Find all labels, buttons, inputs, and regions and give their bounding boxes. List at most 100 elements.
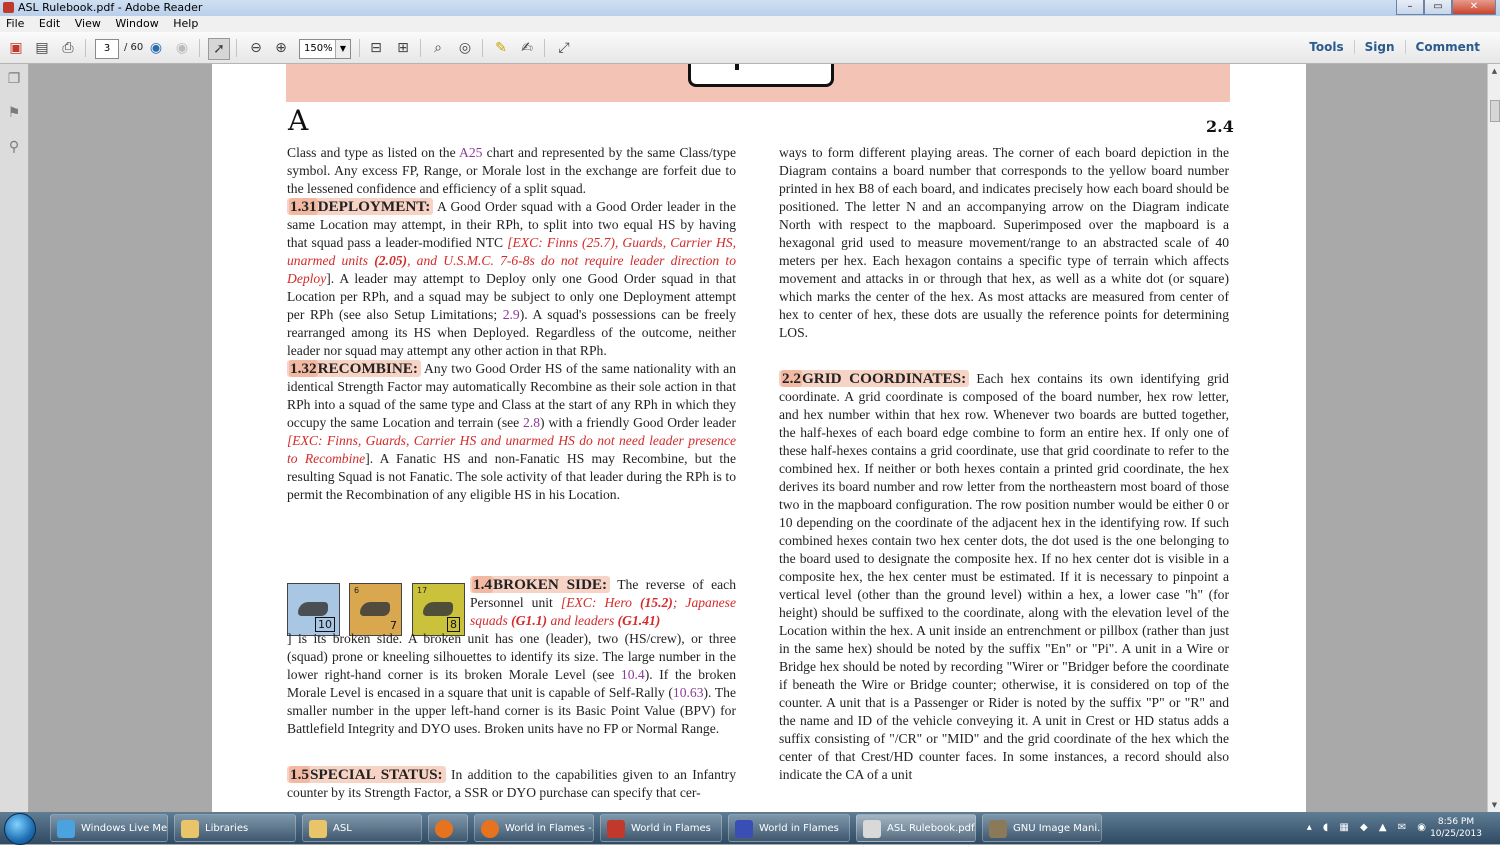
taskbar-item[interactable]: World in Flames [728, 814, 850, 842]
rule-heading: 1.4BROKEN SIDE: [470, 576, 611, 593]
rule-2-2: 2.2GRID COORDINATES: Each hex contains i… [779, 370, 1229, 782]
counter-image: 6 7 [349, 583, 402, 636]
rule-link[interactable]: 10.4 [621, 667, 645, 682]
folder-icon [181, 820, 199, 838]
gimp-icon [989, 820, 1007, 838]
section-letter: A [288, 104, 309, 137]
zoom-out-icon[interactable]: ⊖ [246, 38, 266, 58]
adobe-reader-icon [3, 2, 14, 13]
maximize-button[interactable]: ▭ [1424, 0, 1452, 15]
toolbar-separator [85, 39, 86, 57]
start-button[interactable] [4, 813, 36, 845]
create-pdf-icon[interactable]: ▣ [6, 38, 26, 58]
clock[interactable]: 8:56 PM 10/25/2013 [1428, 816, 1484, 840]
fullscreen-icon[interactable]: ⤢ [554, 38, 574, 58]
toolbar-separator [359, 39, 360, 57]
scroll-down-icon[interactable]: ▼ [1488, 798, 1500, 812]
pane-links: Tools Sign Comment [1299, 40, 1490, 54]
pdf-page: A 2.4 Class and type as listed on the A2… [212, 64, 1306, 812]
rule-link[interactable]: 2.8 [523, 415, 540, 430]
rule-1-5: 1.5SPECIAL STATUS: In addition to the ca… [287, 766, 736, 800]
left-column: Class and type as listed on the A25 char… [287, 144, 736, 504]
title-bar: ASL Rulebook.pdf - Adobe Reader – ▭ ✕ [0, 0, 1500, 17]
select-tool-icon[interactable]: ➚ [208, 38, 230, 60]
print-icon[interactable]: ⎙ [58, 38, 78, 58]
window-title: ASL Rulebook.pdf - Adobe Reader [18, 1, 203, 14]
menu-bar: File Edit View Window Help [0, 16, 1500, 32]
binoculars-icon[interactable]: ◎ [455, 38, 475, 58]
find-icon[interactable]: ⌕ [428, 38, 448, 58]
taskbar-item[interactable]: GNU Image Mani... [982, 814, 1102, 842]
comment-icon[interactable]: ✎ [491, 38, 511, 58]
taskbar-item[interactable]: World in Flames [600, 814, 722, 842]
rule-heading: 1.32RECOMBINE: [287, 360, 421, 377]
page-thumbnails-icon[interactable]: ❐ [6, 70, 22, 88]
rule-1-4-top: 1.4BROKEN SIDE: The reverse of each Pers… [470, 576, 736, 628]
menu-help[interactable]: Help [167, 16, 203, 30]
window-controls: – ▭ ✕ [1396, 0, 1496, 15]
menu-view[interactable]: View [69, 16, 106, 30]
next-page-icon[interactable]: ◉ [172, 38, 192, 58]
messenger-icon [57, 820, 75, 838]
taskbar-item[interactable]: World in Flames -... [474, 814, 594, 842]
page-banner [286, 64, 1230, 102]
zoom-select[interactable]: 150% ▼ [299, 39, 351, 59]
page-number-input[interactable]: 3 [95, 39, 119, 59]
save-icon[interactable]: ▤ [32, 38, 52, 58]
menu-window[interactable]: Window [109, 16, 163, 30]
taskbar-item[interactable]: ASL [302, 814, 422, 842]
bookmarks-icon[interactable]: ⚑ [6, 104, 22, 122]
rule-link[interactable]: A25 [459, 145, 482, 160]
scrollbar-thumb[interactable] [1490, 100, 1500, 122]
taskbar-item[interactable] [428, 814, 468, 842]
diagram-box [688, 64, 834, 87]
comment-link[interactable]: Comment [1404, 40, 1490, 54]
scroll-up-icon[interactable]: ▲ [1488, 64, 1500, 78]
system-tray-icons[interactable]: ▴ ◖ ▦ ◆ ▲ ✉ ◉ [1307, 822, 1430, 833]
toolbar-separator [544, 39, 545, 57]
rule-link[interactable]: 10.63 [673, 685, 704, 700]
menu-file[interactable]: File [0, 16, 29, 30]
toolbar-separator [236, 39, 237, 57]
toolbar-separator [420, 39, 421, 57]
folder-icon [309, 820, 327, 838]
rule-heading: 2.2GRID COORDINATES: [779, 370, 970, 387]
toolbar: ▣ ▤ ⎙ 3 / 60 ◉ ◉ ➚ ⊖ ⊕ 150% ▼ ⊟ ⊞ ⌕ ◎ ✎ … [0, 32, 1500, 64]
world-in-flames-icon [735, 820, 753, 838]
zoom-value: 150% [304, 43, 333, 54]
counter-image: 17 8 [412, 583, 465, 636]
pdf-icon [863, 820, 881, 838]
silhouette-icon [423, 602, 453, 616]
counter-image: 10 [287, 583, 340, 636]
rule-link[interactable]: 2.9 [503, 307, 520, 322]
close-button[interactable]: ✕ [1452, 0, 1496, 15]
fit-page-icon[interactable]: ⊟ [366, 38, 386, 58]
toolbar-separator [482, 39, 483, 57]
world-in-flames-icon [607, 820, 625, 838]
rule-heading: 1.5SPECIAL STATUS: [287, 766, 446, 783]
rule-1-32: 1.32RECOMBINE: Any two Good Order HS of … [287, 360, 736, 502]
previous-page-icon[interactable]: ◉ [146, 38, 166, 58]
vertical-scrollbar[interactable]: ▲ ▼ [1487, 64, 1500, 812]
zoom-in-icon[interactable]: ⊕ [271, 38, 291, 58]
chevron-down-icon[interactable]: ▼ [335, 40, 350, 58]
taskbar-item[interactable]: Windows Live Me... [50, 814, 168, 842]
right-column: ways to form different playing areas. Th… [779, 144, 1229, 784]
silhouette-icon [298, 602, 328, 616]
rule-1-4-body: ] is its broken side. A broken unit has … [287, 631, 736, 800]
broken-counters: 10 6 7 17 8 [287, 581, 467, 637]
taskbar-item[interactable]: Libraries [174, 814, 296, 842]
taskbar-item[interactable]: ASL Rulebook.pdf... [856, 814, 976, 842]
page-count: / 60 [124, 42, 144, 53]
fit-width-icon[interactable]: ⊞ [393, 38, 413, 58]
menu-edit[interactable]: Edit [33, 16, 65, 30]
tools-link[interactable]: Tools [1299, 40, 1353, 54]
minimize-button[interactable]: – [1396, 0, 1424, 15]
paragraph: Class and type as listed on the A25 char… [287, 145, 736, 196]
document-viewport[interactable]: A 2.4 Class and type as listed on the A2… [29, 64, 1486, 812]
attachments-icon[interactable]: ⚲ [6, 138, 22, 156]
sign-link[interactable]: Sign [1353, 40, 1405, 54]
toolbar-separator [199, 39, 200, 57]
section-number: 2.4 [1206, 117, 1234, 136]
sign-icon[interactable]: ✍ [517, 38, 537, 58]
